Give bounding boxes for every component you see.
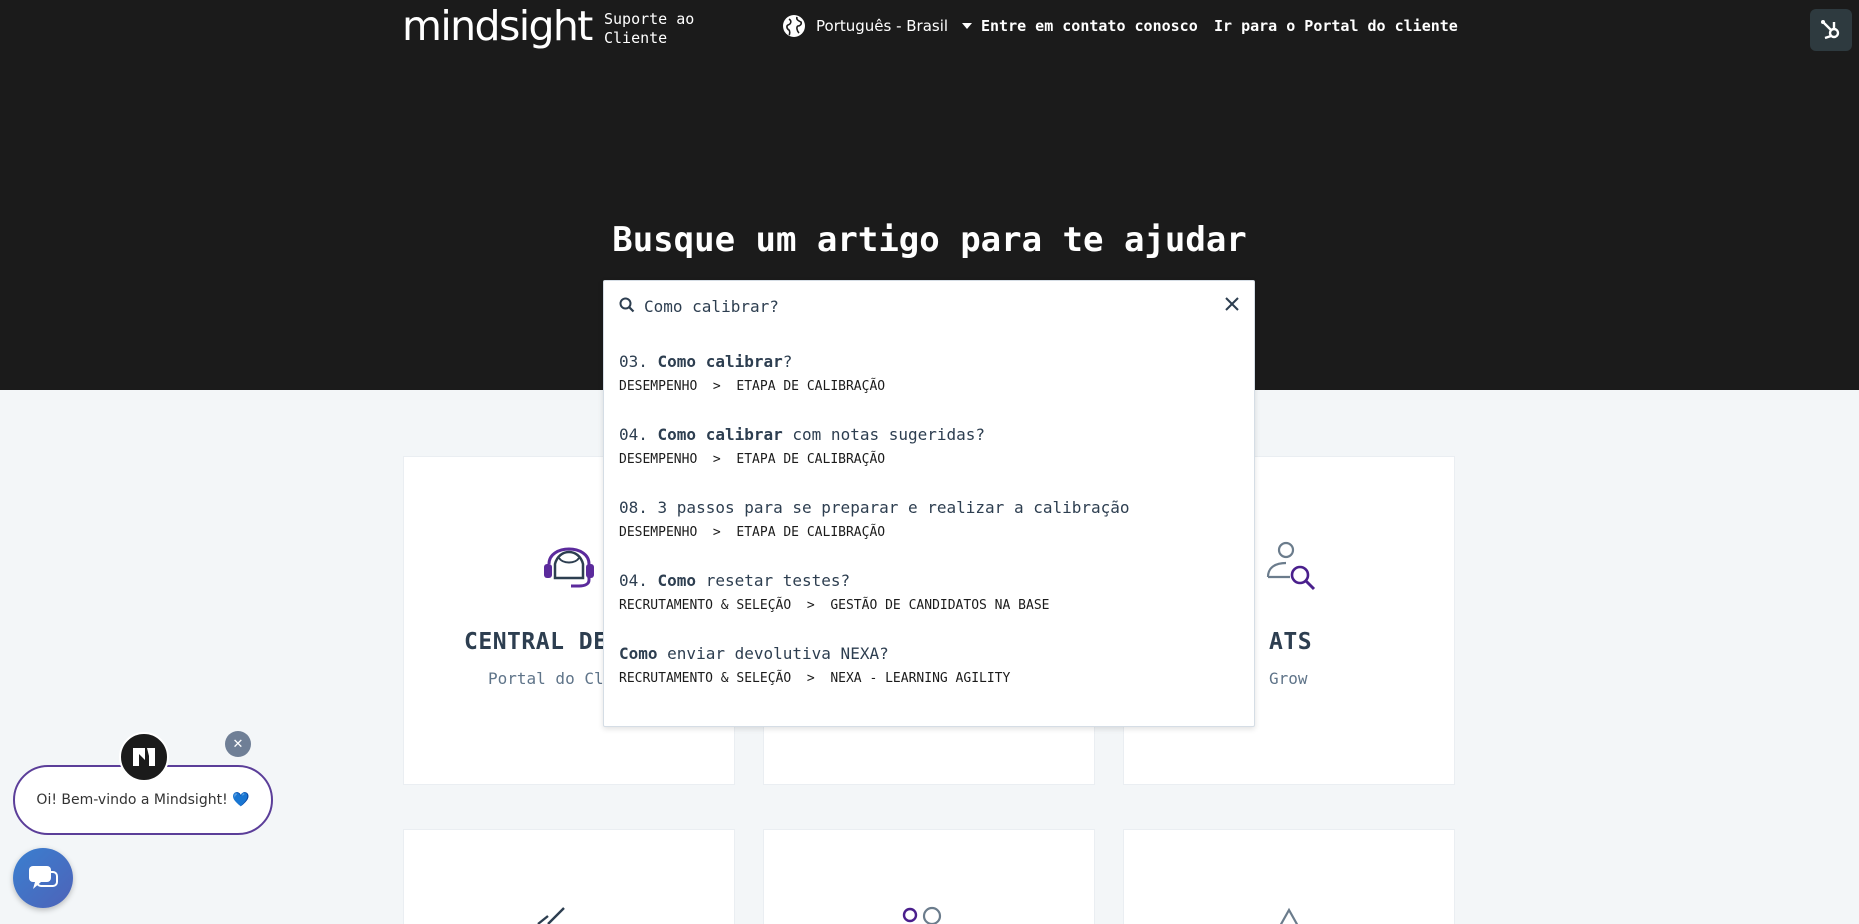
search-row xyxy=(604,281,1254,331)
chat-launcher-button[interactable] xyxy=(13,848,73,908)
search-result[interactable]: 04. Como resetar testes? RECRUTAMENTO & … xyxy=(619,571,1239,613)
customer-portal-link[interactable]: Ir para o Portal do cliente xyxy=(1214,17,1458,35)
card-subtitle: Grow xyxy=(1269,669,1308,688)
card-people[interactable] xyxy=(763,829,1095,924)
result-breadcrumb: DESEMPENHO > ETAPA DE CALIBRAÇÃO xyxy=(619,379,886,394)
result-breadcrumb: DESEMPENHO > ETAPA DE CALIBRAÇÃO xyxy=(619,525,886,540)
search-result[interactable]: 03. Como calibrar? DESEMPENHO > ETAPA DE… xyxy=(619,352,1239,394)
search-result[interactable]: 08. 3 passos para se preparar e realizar… xyxy=(619,498,1239,540)
result-title: 08. 3 passos para se preparar e realizar… xyxy=(619,498,1130,517)
search-icon xyxy=(619,297,635,313)
contact-link[interactable]: Entre em contato conosco xyxy=(981,17,1198,35)
result-title: 04. Como calibrar com notas sugeridas? xyxy=(619,425,986,444)
globe-icon xyxy=(783,15,805,37)
hubspot-icon xyxy=(1821,20,1840,40)
card-title: CENTRAL DE xyxy=(464,629,608,655)
people-icon xyxy=(902,906,942,924)
language-selector[interactable]: Português - Brasil xyxy=(782,14,973,38)
chat-icon xyxy=(29,866,58,889)
card-drop[interactable] xyxy=(1123,829,1455,924)
card-title: ATS xyxy=(1269,629,1313,655)
search-result[interactable]: Como enviar devolutiva NEXA? RECRUTAMENT… xyxy=(619,644,1239,686)
card-checklist[interactable] xyxy=(403,829,735,924)
hero-title: Busque um artigo para te ajudar xyxy=(612,220,1247,260)
search-input[interactable] xyxy=(644,294,1204,318)
result-title: Como enviar devolutiva NEXA? xyxy=(619,644,889,663)
hubspot-button[interactable] xyxy=(1810,9,1852,51)
chat-close-button[interactable]: ✕ xyxy=(225,731,251,757)
headset-icon xyxy=(544,547,594,588)
search-result[interactable]: 04. Como calibrar com notas sugeridas? D… xyxy=(619,425,1239,467)
search-dropdown: 03. Como calibrar? DESEMPENHO > ETAPA DE… xyxy=(603,280,1255,727)
result-title: 03. Como calibrar? xyxy=(619,352,793,371)
check-icon xyxy=(537,907,565,924)
mindsight-logo[interactable]: mindsight xyxy=(402,2,593,51)
result-breadcrumb: DESEMPENHO > ETAPA DE CALIBRAÇÃO xyxy=(619,452,886,467)
chat-greeting: Oi! Bem-vindo a Mindsight! 💙 xyxy=(36,792,250,808)
result-title: 04. Como resetar testes? xyxy=(619,571,851,590)
card-subtitle: Portal do Cl xyxy=(488,669,604,688)
close-icon[interactable] xyxy=(1224,296,1240,312)
result-breadcrumb: RECRUTAMENTO & SELEÇÃO > GESTÃO DE CANDI… xyxy=(619,598,1050,613)
mindsight-avatar-icon xyxy=(133,748,155,766)
user-search-icon xyxy=(1266,541,1316,591)
result-breadcrumb: RECRUTAMENTO & SELEÇÃO > NEXA - LEARNING… xyxy=(619,671,1011,686)
drop-icon xyxy=(1279,907,1299,924)
support-subtitle: Suporte ao Cliente xyxy=(604,10,695,47)
chat-avatar xyxy=(119,732,169,782)
chevron-down-icon xyxy=(962,23,973,29)
language-label: Português - Brasil xyxy=(816,17,949,35)
